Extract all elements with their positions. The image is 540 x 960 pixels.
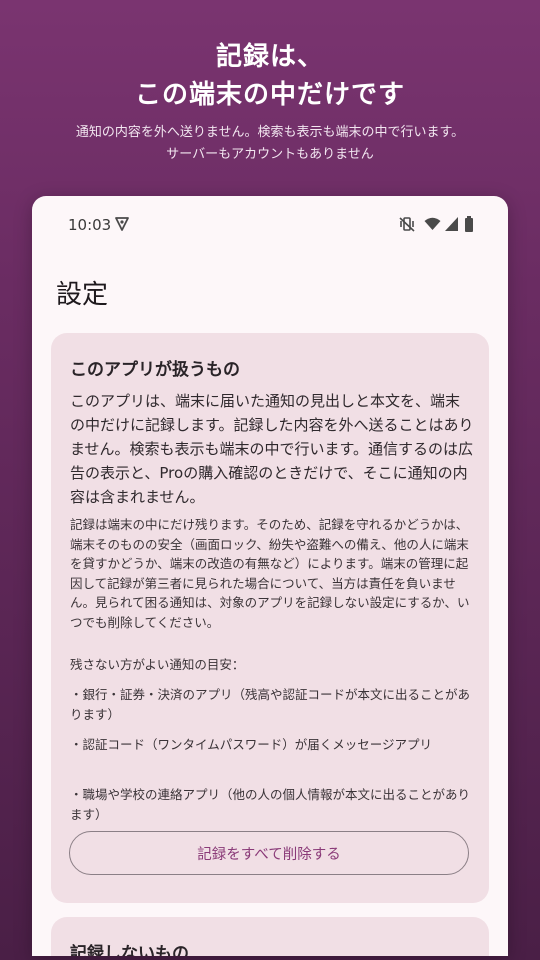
status-bar: 10:03 [32, 196, 508, 254]
mute-vibrate-icon [398, 216, 416, 232]
hero-title-line2: この端末の中だけです [134, 80, 405, 110]
hero-subtitle: 通知の内容を外へ送りません。検索も表示も端末の中で行います。 サーバーもアカウン… [0, 122, 540, 166]
guide-item-banking: ・銀行・証券・決済のアプリ（残高や認証コードが本文に出ることがあります） [70, 687, 471, 722]
battery-icon [464, 216, 474, 232]
guide-heading: 残さない方がよい通知の目安： [70, 657, 245, 672]
delete-all-records-button[interactable]: 記録をすべて削除する [69, 831, 469, 875]
guide-item-work-school: ・職場や学校の連絡アプリ（他の人の個人情報が本文に出ることがあります） [70, 787, 471, 822]
card-lead-text: このアプリは、端末に届いた通知の見出しと本文を、端末の中だけに記録します。記録し… [70, 392, 474, 506]
shield-icon [114, 216, 130, 232]
hero-subtitle-line1: 通知の内容を外へ送りません。検索も表示も端末の中で行います。 [75, 125, 465, 140]
card-body-text: 記録は端末の中にだけ残ります。そのため、記録を守れるかどうかは、端末そのものの安… [70, 517, 470, 630]
page-title: 設定 [56, 280, 109, 310]
signal-icon [444, 216, 459, 232]
excluded-card-title: 記録しないもの [70, 944, 189, 956]
status-time: 10:03 [68, 216, 112, 234]
hero-subtitle-line2: サーバーもアカウントもありません [166, 147, 374, 162]
guide-item-otp: ・認証コード（ワンタイムパスワード）が届くメッセージアプリ [70, 737, 433, 752]
wifi-icon [424, 216, 441, 232]
card-title: このアプリが扱うもの [70, 360, 240, 380]
app-data-card: このアプリが扱うもの このアプリは、端末に届いた通知の見出しと本文を、端末の中だ… [51, 333, 489, 903]
hero-title-line1: 記録は、 [215, 42, 324, 72]
phone-screen: 10:03 設定 このアプリが扱うもの このアプリは、端末に届いた通知の見出しと… [32, 196, 508, 956]
hero-title: 記録は、 この端末の中だけです [0, 38, 540, 114]
excluded-card: 記録しないもの [51, 917, 489, 956]
